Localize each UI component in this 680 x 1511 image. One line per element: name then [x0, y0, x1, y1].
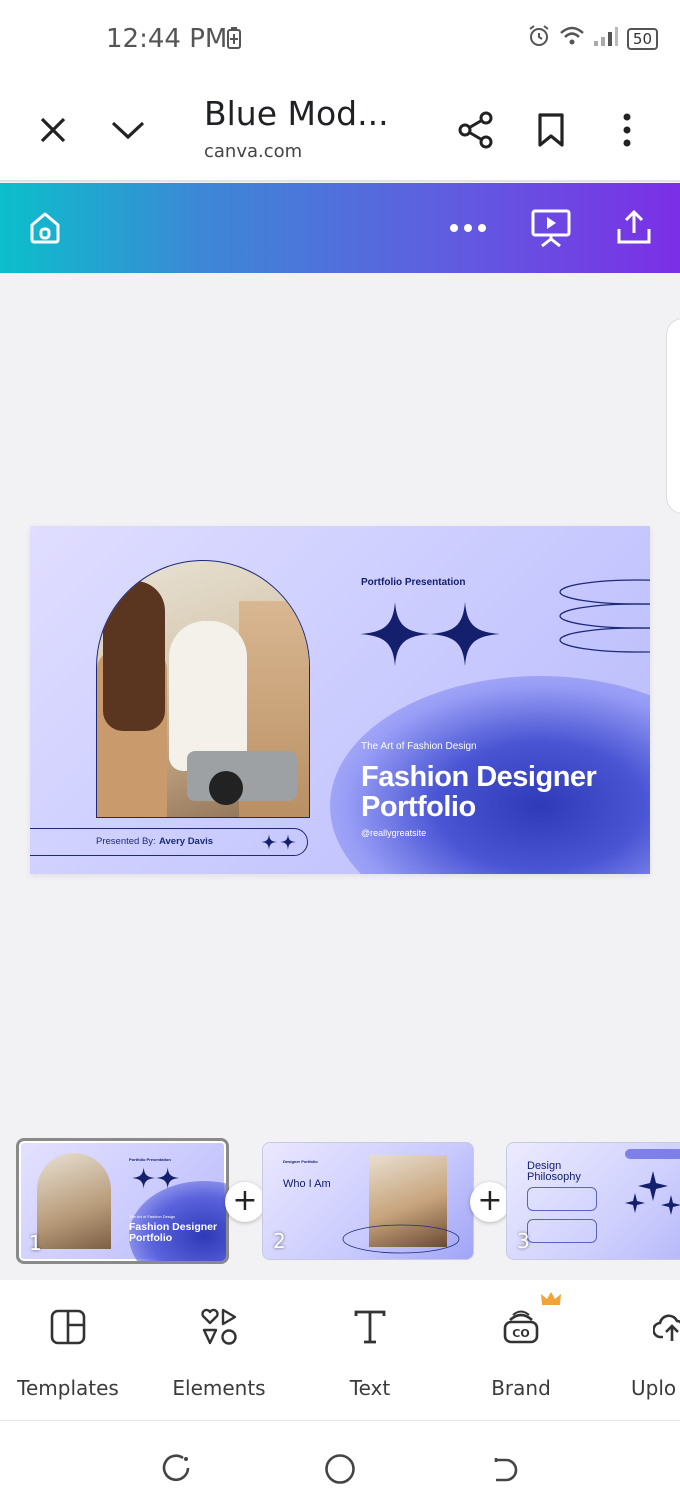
home-nav-icon[interactable]	[320, 1449, 360, 1489]
recents-icon[interactable]	[156, 1449, 196, 1489]
svg-text:CO: CO	[512, 1327, 529, 1340]
system-nav-bar	[0, 1420, 680, 1511]
overflow-menu-icon[interactable]	[603, 106, 651, 154]
alarm-icon	[527, 24, 551, 53]
thumb1-label: Portfolio Presentation	[129, 1157, 171, 1162]
home-icon[interactable]	[22, 205, 68, 251]
thumb3-heading: Design Philosophy	[527, 1160, 581, 1183]
uploads-label: Uplo	[631, 1376, 677, 1400]
uploads-button[interactable]: Uplo	[598, 1302, 680, 1400]
thumb1-number: 1	[29, 1231, 42, 1255]
templates-label: Templates	[17, 1376, 119, 1400]
presenter-name: Avery Davis	[159, 836, 214, 847]
thumb2-heading: Who I Am	[283, 1178, 331, 1190]
slide-title: Fashion Designer Portfolio	[361, 761, 597, 823]
battery-icon: 50	[626, 27, 658, 50]
thumb1-subtitle: The Art of Fashion Design	[129, 1214, 176, 1219]
text-icon	[300, 1302, 440, 1352]
bookmark-icon[interactable]	[527, 106, 575, 154]
slide-thumbnail-3[interactable]: Design Philosophy 3	[506, 1142, 680, 1260]
templates-button[interactable]: Templates	[0, 1302, 138, 1400]
share-upload-icon[interactable]	[611, 205, 657, 251]
slide-thumbnail-1[interactable]: Portfolio Presentation The Art of Fashio…	[16, 1138, 229, 1264]
text-label: Text	[349, 1376, 391, 1400]
slide-thumbnail-strip: Portfolio Presentation The Art of Fashio…	[0, 1138, 680, 1266]
side-panel-handle[interactable]	[666, 318, 680, 514]
signal-icon	[593, 25, 619, 52]
elements-button[interactable]: Elements	[149, 1302, 289, 1400]
subtitle: The Art of Fashion Design	[361, 741, 477, 752]
canva-toolbar	[0, 183, 680, 273]
orbit-rings	[559, 579, 650, 653]
slide-title-line1: Fashion Designer	[361, 761, 597, 793]
wifi-icon	[559, 25, 585, 52]
text-button[interactable]: Text	[300, 1302, 440, 1400]
battery-charging-icon	[227, 27, 241, 54]
brand-icon: CO	[451, 1302, 591, 1352]
status-bar: 12:44 PM 50	[0, 0, 680, 78]
more-icon[interactable]	[445, 205, 491, 251]
slide-thumbnail-2[interactable]: Designer Portfolio Who I Am 2	[262, 1142, 474, 1260]
templates-icon	[0, 1302, 138, 1352]
elements-label: Elements	[172, 1376, 266, 1400]
add-slide-button[interactable]: +	[225, 1182, 265, 1222]
hero-photo	[96, 560, 310, 818]
browser-bar: Blue Mod... canva.com	[0, 78, 680, 182]
status-time: 12:44 PM	[106, 24, 228, 54]
close-icon[interactable]	[29, 106, 77, 154]
slide-canvas[interactable]: Presented By: Avery Davis Portfolio Pres…	[30, 526, 650, 874]
sparkle-stars	[360, 602, 500, 666]
page-url: canva.com	[204, 141, 303, 162]
presented-label: Presented By:	[96, 836, 156, 847]
small-sparkles	[261, 834, 296, 850]
thumb1-title: Fashion Designer Portfolio	[129, 1221, 218, 1244]
editor-toolbar: Templates Elements Text CO Brand Uplo	[0, 1280, 680, 1420]
share-icon[interactable]	[452, 106, 500, 154]
portfolio-label: Portfolio Presentation	[361, 577, 466, 588]
thumb2-label: Designer Portfolio	[283, 1159, 318, 1164]
slide-title-line2: Portfolio	[361, 791, 476, 823]
present-icon[interactable]	[528, 205, 574, 251]
chevron-down-icon[interactable]	[104, 106, 152, 154]
website-handle: @reallygreatsite	[361, 828, 427, 838]
back-icon[interactable]	[483, 1449, 523, 1489]
thumb3-number: 3	[517, 1229, 530, 1253]
elements-icon	[149, 1302, 289, 1352]
battery-level: 50	[626, 27, 658, 50]
add-slide-button-2[interactable]: +	[470, 1182, 510, 1222]
brand-label: Brand	[491, 1376, 551, 1400]
upload-icon	[598, 1302, 680, 1352]
page-title: Blue Mod...	[204, 94, 389, 133]
premium-crown-icon	[540, 1290, 562, 1313]
brand-button[interactable]: CO Brand	[451, 1292, 591, 1400]
thumb2-number: 2	[273, 1229, 286, 1253]
